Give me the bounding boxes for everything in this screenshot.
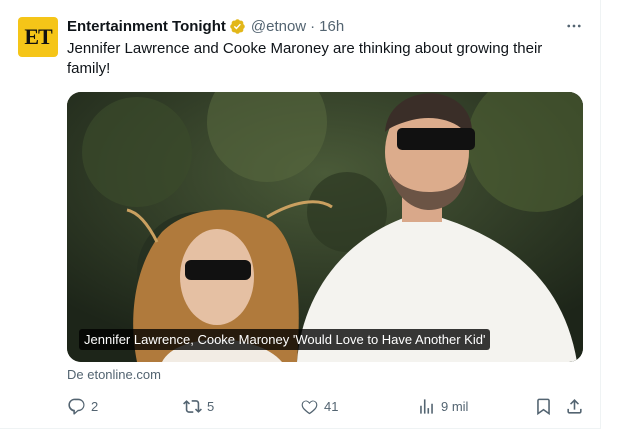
retweet-button[interactable]: 5 (183, 395, 214, 417)
tweet-card[interactable]: ET Entertainment Tonight @etnow · 16h Je… (0, 0, 601, 429)
tweet-media-card[interactable]: Jennifer Lawrence, Cooke Maroney 'Would … (67, 92, 583, 362)
bookmark-icon (537, 398, 550, 415)
retweet-count: 5 (207, 398, 215, 414)
tweet-timestamp[interactable]: 16h (319, 18, 344, 35)
reply-count: 2 (91, 398, 99, 414)
author-display-name[interactable]: Entertainment Tonight (67, 18, 226, 35)
media-caption: Jennifer Lawrence, Cooke Maroney 'Would … (79, 329, 491, 350)
tweet-header: Entertainment Tonight @etnow · 16h (67, 16, 344, 36)
more-icon[interactable] (562, 14, 586, 38)
share-icon (567, 398, 582, 414)
like-count: 41 (324, 398, 339, 414)
media-photo (67, 92, 583, 362)
avatar[interactable]: ET (18, 17, 58, 57)
views-count: 9 mil (441, 398, 469, 414)
bookmark-button[interactable] (534, 395, 553, 417)
verified-badge-icon[interactable] (229, 18, 246, 35)
share-button[interactable] (565, 395, 584, 417)
avatar-logo-text: ET (24, 24, 52, 49)
separator-dot: · (310, 17, 316, 35)
like-button[interactable]: 41 (300, 395, 338, 417)
views-button[interactable]: 9 mil (417, 395, 468, 417)
like-icon (301, 400, 318, 414)
tweet-text: Jennifer Lawrence and Cooke Maroney are … (67, 40, 543, 77)
reply-icon (68, 398, 85, 415)
tweet-actions: 2 5 41 9 mil (67, 395, 587, 417)
author-handle[interactable]: @etnow (251, 18, 306, 35)
retweet-icon (183, 399, 202, 413)
reply-button[interactable]: 2 (67, 395, 98, 417)
link-source[interactable]: De etonline.com (67, 367, 161, 382)
views-icon (420, 398, 433, 414)
